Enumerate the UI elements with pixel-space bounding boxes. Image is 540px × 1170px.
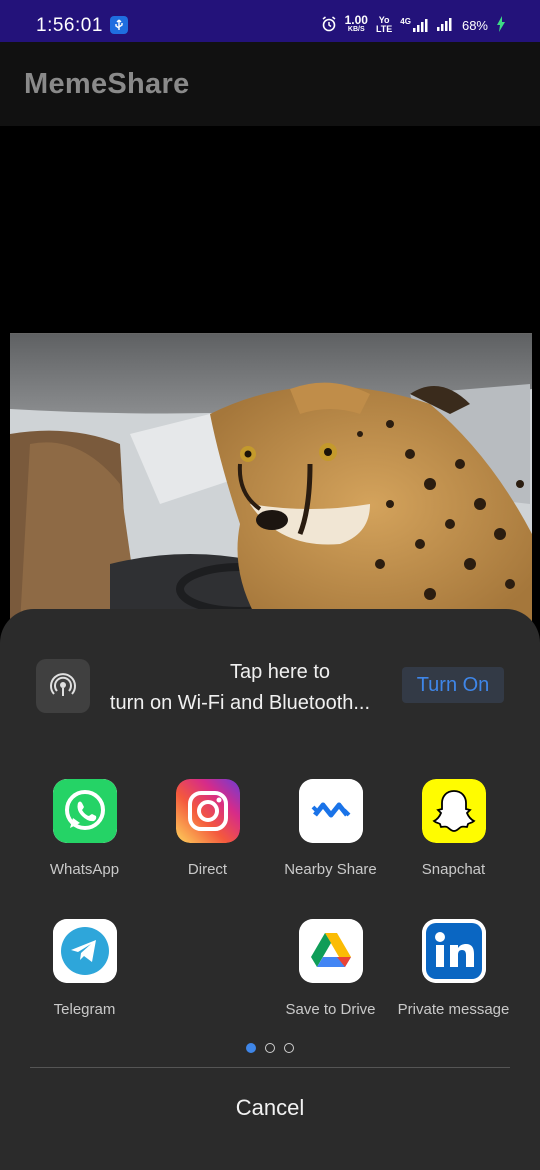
page-dot-1[interactable] — [246, 1043, 256, 1053]
google-drive-icon — [298, 919, 363, 983]
page-dot-2[interactable] — [265, 1043, 275, 1053]
share-target-linkedin-message[interactable]: Private message — [392, 919, 515, 1018]
turn-on-button[interactable]: Turn On — [402, 667, 504, 703]
clock: 1:56:01 — [36, 15, 103, 36]
share-target-save-to-drive[interactable]: Save to Drive — [269, 919, 392, 1018]
signal-4g-icon: 4G — [400, 17, 428, 33]
share-target-nearby-share[interactable]: Nearby Share — [269, 779, 392, 878]
cancel-button[interactable]: Cancel — [0, 1085, 540, 1131]
meme-image — [10, 333, 532, 623]
signal-icon — [436, 16, 454, 35]
share-sheet: Tap here to turn on Wi-Fi and Bluetooth.… — [0, 609, 540, 1170]
instagram-icon — [175, 779, 240, 843]
share-target-snapchat[interactable]: Snapchat — [392, 779, 515, 878]
page-indicator — [0, 1043, 540, 1053]
wifi-bluetooth-prompt[interactable]: Tap here to turn on Wi-Fi and Bluetooth.… — [100, 657, 380, 719]
snapchat-icon — [421, 779, 486, 843]
divider — [30, 1067, 510, 1068]
alarm-icon — [321, 15, 337, 35]
share-target-instagram-direct[interactable]: Direct — [146, 779, 269, 878]
share-target-telegram[interactable]: Telegram — [23, 919, 146, 1018]
usb-icon — [110, 16, 128, 34]
status-icons: 1.00 KB/S Yo LTE 4G 68% — [321, 14, 506, 36]
charging-icon — [496, 15, 506, 35]
volte-indicator: Yo LTE — [375, 15, 393, 34]
telegram-icon — [52, 919, 117, 983]
net-speed: 1.00 KB/S — [344, 13, 368, 33]
share-target-whatsapp[interactable]: WhatsApp — [23, 779, 146, 878]
linkedin-icon — [421, 919, 486, 983]
battery-level: 68% — [461, 17, 488, 33]
status-bar: 1:56:01 1.00 KB/S Yo LTE 4G 68% — [0, 0, 540, 42]
wifi-bluetooth-icon[interactable] — [36, 659, 90, 713]
app-bar: MemeShare — [0, 42, 540, 126]
page-dot-3[interactable] — [284, 1043, 294, 1053]
nearby-share-icon — [298, 779, 363, 843]
app-title: MemeShare — [24, 68, 190, 100]
whatsapp-icon — [52, 779, 117, 843]
